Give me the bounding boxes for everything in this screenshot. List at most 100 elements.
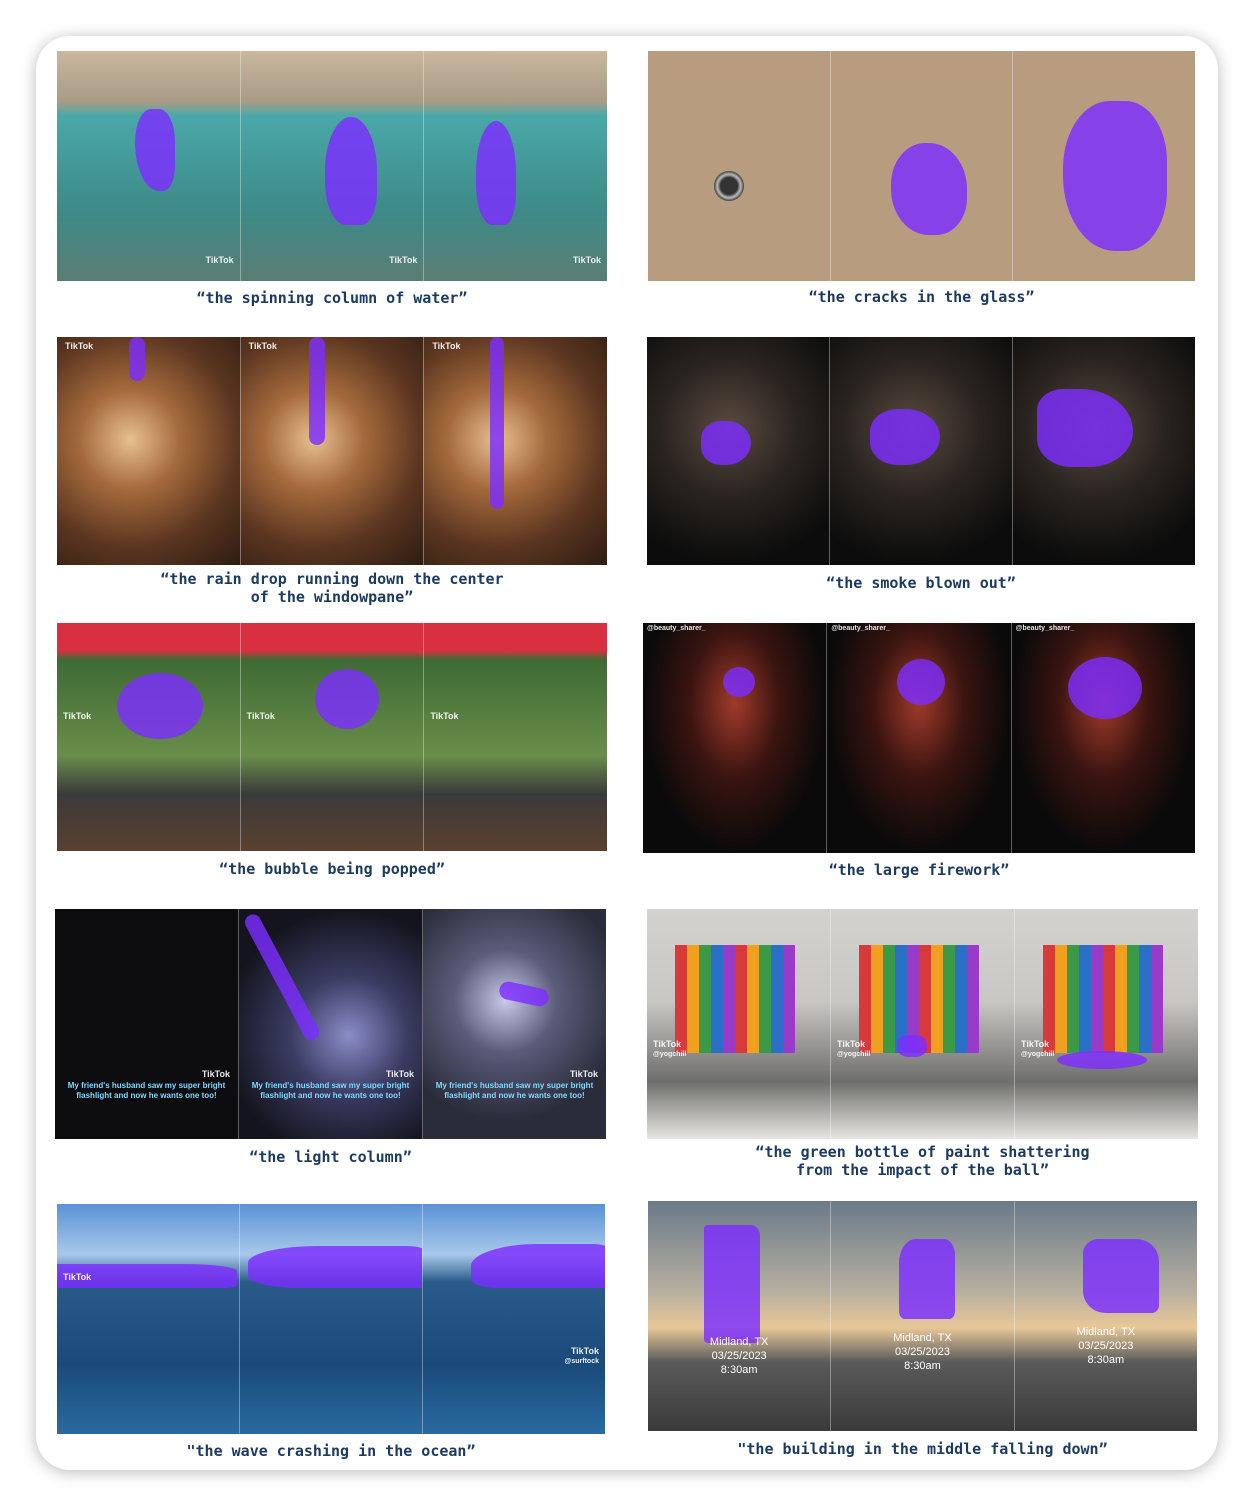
handle: @beauty_sharer_ <box>1015 625 1075 632</box>
tiktok-watermark: TikTok <box>65 341 94 351</box>
caption: “the smoke blown out” <box>826 574 1016 592</box>
video-frame <box>648 51 831 281</box>
video-frame: TikTok <box>57 51 241 281</box>
handle: @beauty_sharer_ <box>831 625 890 632</box>
video-frame: TikTok @yogchill <box>1015 909 1198 1139</box>
handle: @yogchill <box>1021 1051 1055 1058</box>
video-frame: TikTok @yogchill <box>647 909 831 1139</box>
date-overlay: Midland, TX 03/25/2023 8:30am <box>709 1336 769 1376</box>
caption: "the wave crashing in the ocean” <box>186 1442 476 1460</box>
segmentation-mask <box>870 409 940 465</box>
frame-strip: @beauty_sharer_ @beauty_sharer_ @beauty_… <box>643 623 1195 853</box>
caption: “the green bottle of paint shattering fr… <box>755 1143 1090 1179</box>
tiktok-watermark: TikTok <box>63 1272 92 1282</box>
video-frame <box>830 51 1014 281</box>
video-frame: TikTok <box>424 337 607 565</box>
frame-strip: TikTok TikTok TikTok <box>57 337 607 565</box>
segmentation-mask <box>723 667 755 697</box>
caption: “the bubble being popped” <box>219 860 445 878</box>
video-frame: Midland, TX 03/25/2023 8:30am <box>831 1201 1015 1431</box>
segmentation-mask <box>497 979 551 1009</box>
video-frame: TikTok My friend's husband saw my super … <box>239 909 423 1139</box>
segmentation-mask <box>308 337 325 445</box>
segmentation-mask <box>1067 657 1142 719</box>
frame-strip <box>648 51 1195 281</box>
segmentation-mask <box>897 1035 927 1057</box>
video-frame: TikTok <box>57 623 241 851</box>
segmentation-mask <box>324 117 377 225</box>
tiktok-watermark: TikTok <box>570 1346 599 1356</box>
segmentation-mask <box>242 911 323 1043</box>
handle: @yogchill <box>837 1051 871 1058</box>
frame-strip: TikTok My friend's husband saw my super … <box>55 909 606 1139</box>
date-overlay: Midland, TX 03/25/2023 8:30am <box>893 1332 952 1372</box>
tiktok-watermark: TikTok <box>572 255 602 265</box>
bullet <box>714 171 744 201</box>
segmentation-mask <box>899 1239 956 1319</box>
video-frame: @beauty_sharer_ <box>643 623 828 853</box>
caption: “the cracks in the glass” <box>808 288 1035 306</box>
segmentation-mask <box>1082 1239 1159 1313</box>
video-frame: TikTok <box>424 51 607 281</box>
tiktok-watermark: TikTok <box>432 341 461 351</box>
segmentation-mask <box>1063 101 1168 251</box>
segmentation-mask <box>476 121 517 225</box>
tiktok-watermark: TikTok <box>63 711 92 721</box>
video-frame: TikTok <box>57 337 241 565</box>
frame-strip: Midland, TX 03/25/2023 8:30am Midland, T… <box>648 1201 1197 1431</box>
video-frame <box>830 337 1013 565</box>
frame-strip: TikTok TikTok TikTok <box>57 623 607 851</box>
segmentation-mask <box>897 659 946 705</box>
tiktok-watermark: TikTok <box>389 255 418 265</box>
paint-bottles <box>675 945 795 1053</box>
caption: “the light column” <box>249 1148 412 1166</box>
caption: "the building in the middle falling down… <box>737 1440 1108 1458</box>
video-frame: TikTok My friend's husband saw my super … <box>55 909 239 1139</box>
video-frame: @beauty_sharer_ <box>827 623 1012 853</box>
caption: “the large firework” <box>828 861 1010 879</box>
video-frame: TikTok <box>240 51 425 281</box>
video-frame <box>240 1204 423 1434</box>
video-frame <box>647 337 830 565</box>
segmentation-mask <box>471 1244 605 1288</box>
segmentation-mask <box>704 1225 760 1343</box>
tiktok-watermark: TikTok <box>569 1069 598 1079</box>
segmentation-mask <box>1057 1051 1147 1069</box>
tiktok-watermark: TikTok <box>430 711 459 721</box>
tiktok-watermark: TikTok <box>246 711 275 721</box>
segmentation-mask <box>490 337 505 509</box>
video-subtitle: My friend's husband saw my super bright … <box>435 1081 594 1100</box>
segmentation-mask <box>1037 389 1133 467</box>
handle: @yogchill <box>653 1051 687 1058</box>
segmentation-mask <box>248 1246 422 1288</box>
tiktok-watermark: TikTok <box>248 341 277 351</box>
segmentation-mask <box>129 337 145 381</box>
date-overlay: Midland, TX 03/25/2023 8:30am <box>1076 1326 1136 1366</box>
video-subtitle: My friend's husband saw my super bright … <box>251 1081 410 1100</box>
segmentation-mask <box>314 669 379 729</box>
frame-strip: TikTok @yogchill TikTok @yogchill TikTok… <box>647 909 1198 1139</box>
video-frame: TikTok @surftock <box>423 1204 605 1434</box>
tiktok-watermark: TikTok <box>837 1039 866 1049</box>
tiktok-watermark: TikTok <box>385 1069 414 1079</box>
caption: “the rain drop running down the center o… <box>160 570 504 606</box>
frame-strip <box>647 337 1195 565</box>
video-frame: TikTok @yogchill <box>831 909 1015 1139</box>
segmentation-mask <box>135 109 175 191</box>
caption: “the spinning column of water” <box>196 289 468 307</box>
video-frame: Midland, TX 03/25/2023 8:30am <box>648 1201 832 1431</box>
segmentation-mask <box>890 143 967 235</box>
video-frame: @beauty_sharer_ <box>1011 623 1195 853</box>
frame-strip: TikTok TikTok @surftock <box>57 1204 605 1434</box>
segmentation-mask <box>701 421 751 465</box>
handle: @beauty_sharer_ <box>647 625 706 632</box>
tiktok-watermark: TikTok <box>653 1039 682 1049</box>
handle: @surftock <box>564 1358 599 1365</box>
video-subtitle: My friend's husband saw my super bright … <box>67 1081 226 1100</box>
video-frame: TikTok <box>57 1204 240 1434</box>
video-frame: TikTok <box>240 337 425 565</box>
paint-bottles <box>1043 945 1163 1053</box>
video-frame: TikTok My friend's husband saw my super … <box>423 909 606 1139</box>
video-frame: TikTok <box>240 623 425 851</box>
tiktok-watermark: TikTok <box>1021 1039 1050 1049</box>
